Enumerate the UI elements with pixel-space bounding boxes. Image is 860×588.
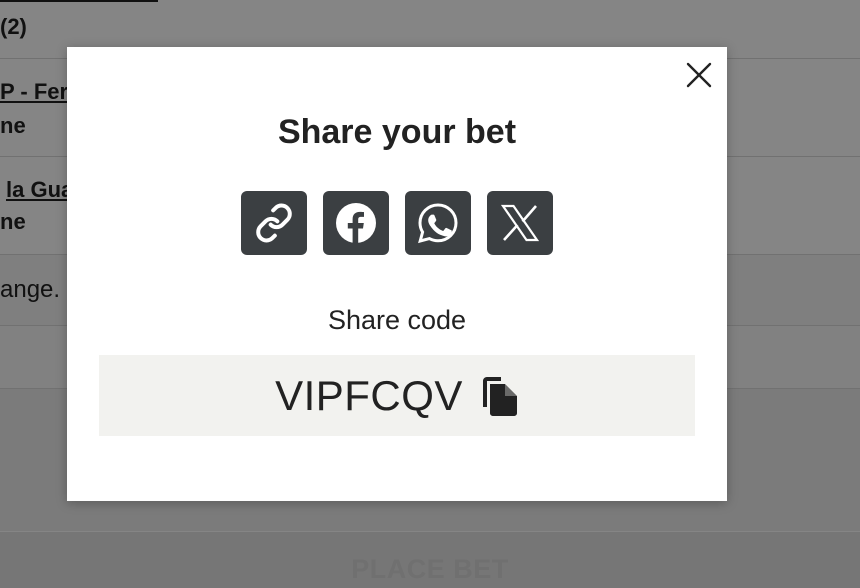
x-icon [500, 204, 540, 242]
betslip-page: (2) P - Ferr ne la Gua ne ange. PLACE BE… [0, 0, 860, 588]
share-code-label: Share code [327, 305, 467, 335]
modal-title: Share your bet [277, 113, 517, 151]
whatsapp-icon [418, 203, 458, 244]
share-buttons [67, 191, 727, 255]
share-code-value[interactable]: VIPFCQV [275, 372, 463, 420]
copy-code-button[interactable] [481, 375, 519, 417]
facebook-icon [336, 203, 376, 243]
share-code-box: VIPFCQV [99, 355, 695, 436]
x-share-button[interactable] [487, 191, 553, 255]
copy-icon [482, 376, 517, 416]
close-icon [686, 62, 712, 88]
facebook-share-button[interactable] [323, 191, 389, 255]
close-button[interactable] [685, 61, 713, 89]
share-bet-modal: Share your bet Share code VIPFCQV [67, 47, 727, 501]
copy-link-button[interactable] [241, 191, 307, 255]
whatsapp-share-button[interactable] [405, 191, 471, 255]
link-icon [256, 203, 292, 243]
